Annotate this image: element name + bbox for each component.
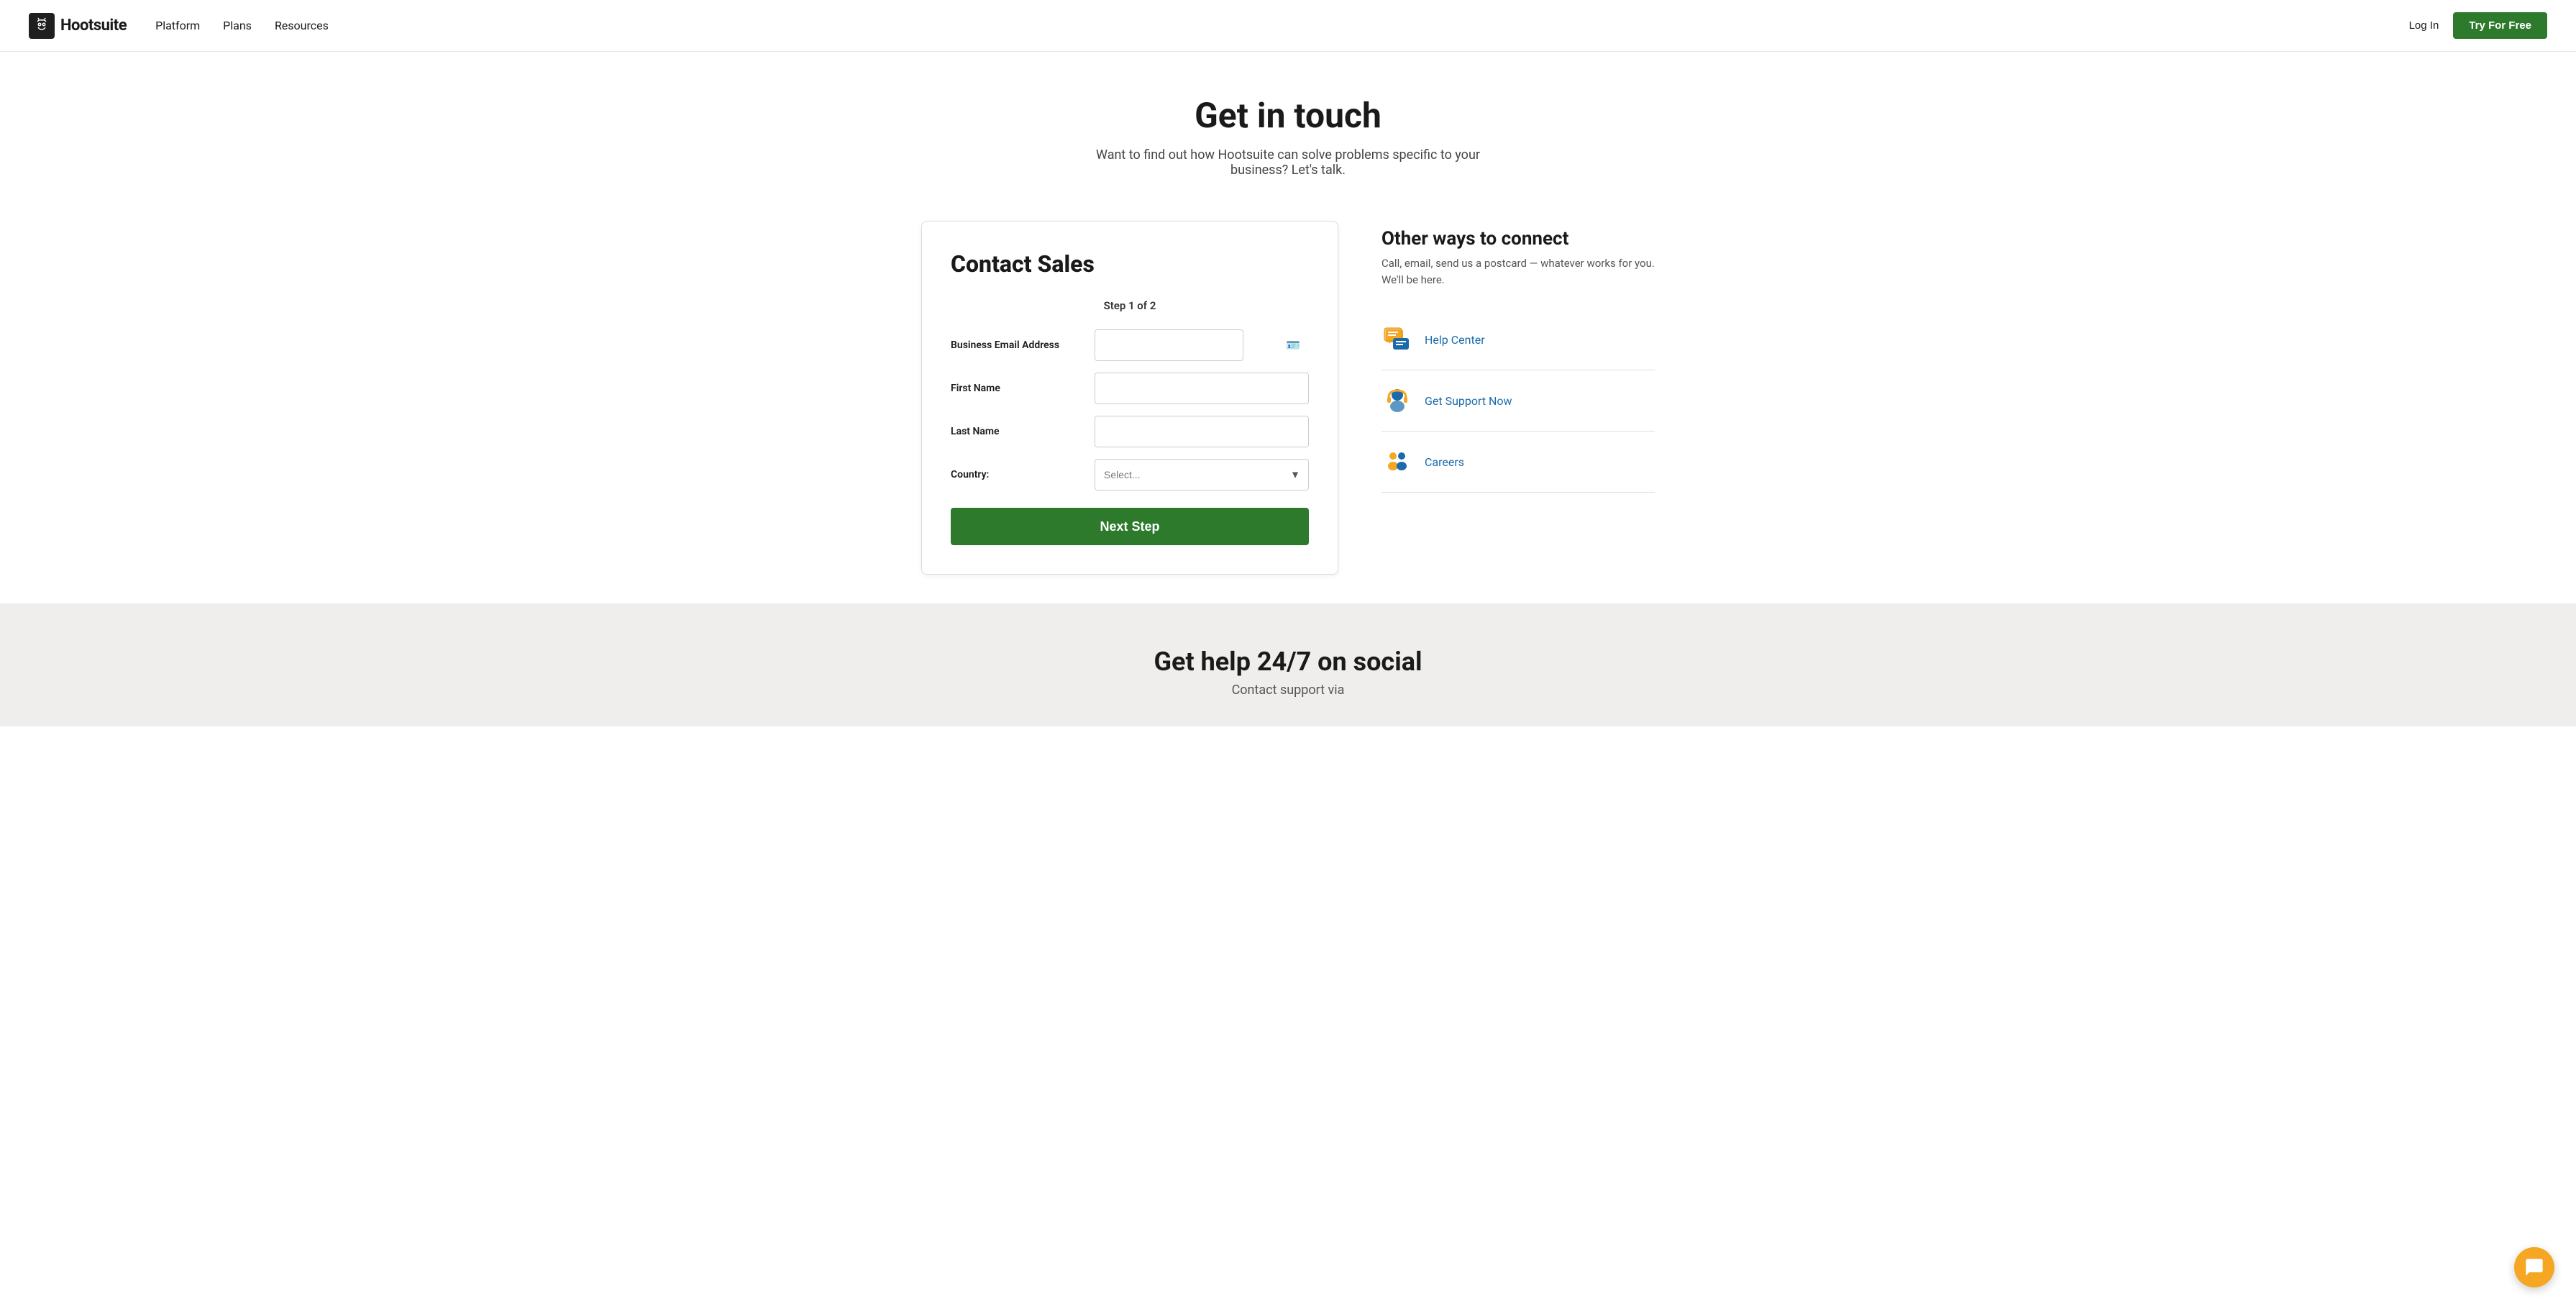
nav-resources[interactable]: Resources	[275, 19, 329, 32]
bottom-heading: Get help 24/7 on social	[29, 647, 2547, 677]
connect-item-helpcenter[interactable]: Help Center	[1381, 309, 1655, 370]
nav-platform[interactable]: Platform	[155, 19, 200, 32]
email-input-wrapper: 🪪	[1095, 329, 1309, 361]
logo-link[interactable]: Hootsuite	[29, 13, 127, 39]
lastname-label: Last Name	[951, 426, 1095, 437]
email-group: Business Email Address 🪪	[951, 329, 1309, 361]
hero-section: Get in touch Want to find out how Hootsu…	[0, 52, 2576, 192]
country-group: Country: Select... ▼	[951, 459, 1309, 491]
email-input[interactable]	[1095, 329, 1243, 361]
chat-icon	[2524, 1257, 2544, 1277]
support-link[interactable]: Get Support Now	[1425, 394, 1512, 408]
navbar-left: Hootsuite Platform Plans Resources	[29, 13, 329, 39]
form-heading: Contact Sales	[951, 250, 1309, 278]
firstname-group: First Name	[951, 373, 1309, 404]
help-center-icon	[1381, 324, 1413, 355]
careers-icon	[1381, 446, 1413, 478]
navbar-right: Log In Try For Free	[2409, 12, 2547, 39]
firstname-label: First Name	[951, 383, 1095, 394]
try-for-free-button[interactable]: Try For Free	[2453, 12, 2547, 39]
email-label: Business Email Address	[951, 339, 1095, 351]
bottom-section: Get help 24/7 on social Contact support …	[0, 603, 2576, 726]
next-step-button[interactable]: Next Step	[951, 508, 1309, 545]
connect-sidebar: Other ways to connect Call, email, send …	[1381, 221, 1655, 493]
sidebar-subtitle: Call, email, send us a postcard — whatev…	[1381, 255, 1655, 288]
sidebar-heading: Other ways to connect	[1381, 228, 1655, 250]
connect-item-support[interactable]: Get Support Now	[1381, 370, 1655, 432]
helpcenter-link[interactable]: Help Center	[1425, 333, 1485, 347]
country-select-wrapper: Select... ▼	[1095, 459, 1309, 491]
logo-text: Hootsuite	[60, 17, 127, 35]
chat-bubble-button[interactable]	[2514, 1247, 2554, 1287]
lastname-input[interactable]	[1095, 416, 1309, 447]
contact-form-card: Contact Sales Step 1 of 2 Business Email…	[921, 221, 1338, 575]
navbar: Hootsuite Platform Plans Resources Log I…	[0, 0, 2576, 52]
connect-item-careers[interactable]: Careers	[1381, 432, 1655, 493]
hero-subtitle: Want to find out how Hootsuite can solve…	[1072, 147, 1504, 178]
careers-link[interactable]: Careers	[1425, 455, 1464, 469]
login-button[interactable]: Log In	[2409, 19, 2439, 32]
step-label: Step 1 of 2	[951, 299, 1309, 312]
nav-links: Platform Plans Resources	[155, 19, 329, 32]
main-content: Contact Sales Step 1 of 2 Business Email…	[892, 221, 1684, 575]
hootsuite-owl-icon	[29, 13, 55, 39]
lastname-group: Last Name	[951, 416, 1309, 447]
email-card-icon: 🪪	[1286, 339, 1300, 352]
country-label: Country:	[951, 469, 1095, 480]
country-select[interactable]: Select...	[1095, 459, 1309, 491]
bottom-subtext: Contact support via	[29, 683, 2547, 698]
firstname-input[interactable]	[1095, 373, 1309, 404]
connect-items-list: Help Center Get Support No	[1381, 309, 1655, 493]
support-icon	[1381, 385, 1413, 416]
nav-plans[interactable]: Plans	[223, 19, 252, 32]
hero-title: Get in touch	[29, 95, 2547, 136]
